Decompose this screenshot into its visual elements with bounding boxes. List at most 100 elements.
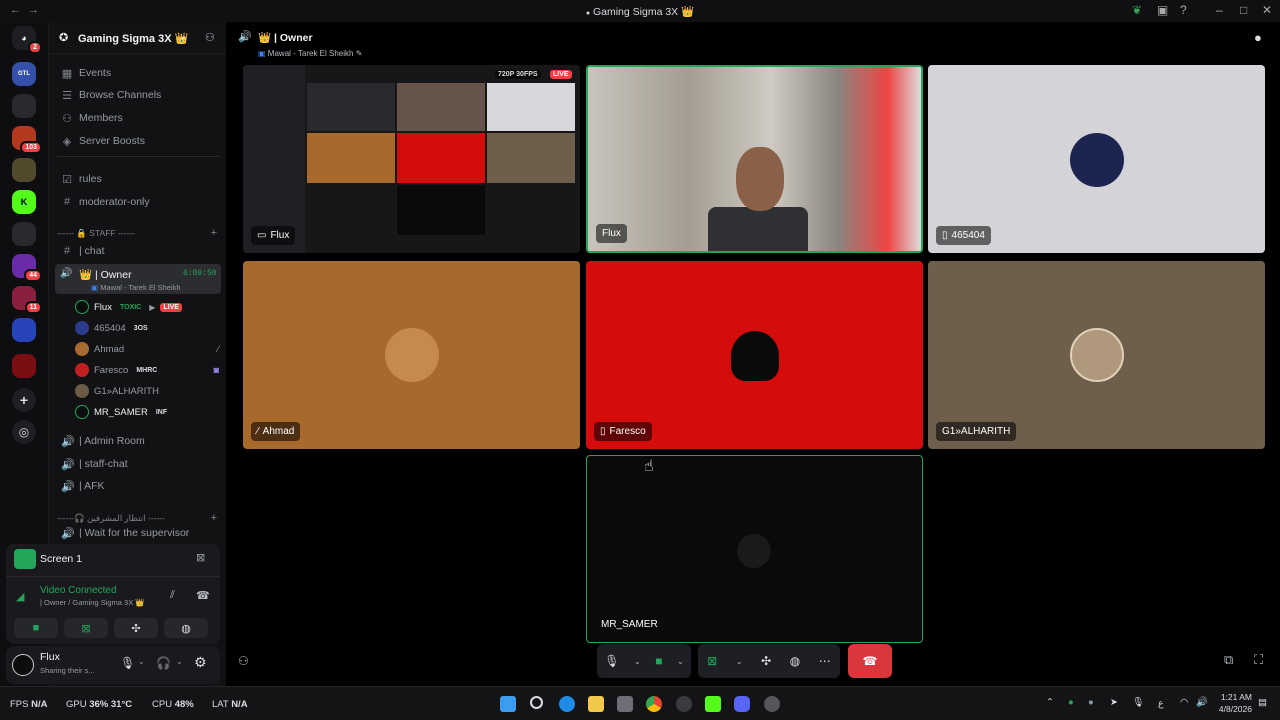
more-options-icon[interactable]: ⋯ — [819, 654, 831, 668]
add-person-icon[interactable]: ⚇ — [238, 654, 249, 668]
settings-app-icon[interactable] — [764, 696, 780, 712]
channel-moderator-only[interactable]: # moderator-only — [55, 192, 221, 212]
user-avatar[interactable] — [12, 654, 34, 676]
store-icon[interactable] — [617, 696, 633, 712]
server-gtl-icon[interactable]: GTL — [12, 62, 36, 86]
category-supervisor[interactable]: ------🎧 انتظار المشرفين ------ + — [57, 512, 217, 524]
video-tile-mr-samer[interactable]: MR_SAMER — [586, 455, 923, 643]
clock-time[interactable]: 1:21 AM — [1218, 692, 1252, 702]
video-tile-465404[interactable]: ▯ 465404 — [928, 65, 1265, 253]
server-6-icon[interactable] — [12, 222, 36, 246]
notification-icon[interactable]: ▤ — [1258, 697, 1267, 708]
help-icon[interactable]: ? — [1180, 3, 1187, 17]
server-8-icon[interactable]: 11 — [12, 286, 42, 314]
tray-send-icon[interactable]: ➤ — [1110, 697, 1118, 708]
discover-icon[interactable]: ◎ — [12, 420, 36, 444]
leaf-icon[interactable]: ❦ — [1132, 3, 1142, 17]
nav-server-boosts[interactable]: ◈ Server Boosts — [55, 131, 221, 151]
microphone-icon[interactable]: 🎙 — [120, 656, 135, 670]
file-explorer-icon[interactable] — [588, 696, 604, 712]
wifi-icon[interactable]: ◠ — [1180, 697, 1188, 708]
video-tile-flux-camera[interactable]: Flux — [586, 65, 923, 253]
server-header[interactable]: ✪ Gaming Sigma 3X 👑 ⌄ ⚇ — [49, 22, 227, 54]
camera-button[interactable]: ■ — [14, 618, 58, 638]
server-4-icon[interactable] — [12, 158, 36, 182]
soundboard-button[interactable]: ◍ — [164, 618, 208, 638]
chevron-down-icon[interactable]: ⌄ — [677, 657, 684, 666]
fullscreen-icon[interactable]: ⛶ — [1254, 652, 1263, 668]
close-icon[interactable]: ✕ — [1262, 3, 1272, 17]
chevron-down-icon[interactable]: ⌄ — [634, 657, 641, 666]
inbox-icon[interactable]: ▣ — [1157, 3, 1168, 17]
settings-gear-icon[interactable]: ⚙ — [194, 654, 207, 671]
minimize-icon[interactable]: – — [1216, 3, 1223, 17]
chrome-icon[interactable] — [646, 696, 662, 712]
server-2-icon[interactable] — [12, 94, 36, 118]
camera-icon[interactable]: ■ — [655, 654, 662, 668]
server-3-icon[interactable]: 103 — [12, 126, 42, 154]
noise-suppression-icon[interactable]: ⫽ — [170, 589, 175, 602]
nav-events[interactable]: ▦ Events — [55, 63, 221, 83]
maximize-icon[interactable]: □ — [1240, 3, 1247, 17]
chevron-down-icon[interactable]: ⌄ — [176, 657, 183, 666]
kick-icon[interactable] — [705, 696, 721, 712]
edge-browser-icon[interactable] — [559, 696, 575, 712]
input-language[interactable]: ع — [1158, 698, 1164, 709]
tray-app-icon[interactable]: ● — [1068, 697, 1074, 708]
activities-icon[interactable]: ✣ — [761, 654, 771, 668]
voice-user-flux[interactable]: Flux TOXIC ▶ LIVE — [75, 297, 219, 317]
category-staff[interactable]: ------ 🔒 STAFF ------ + — [57, 227, 217, 239]
discord-icon[interactable] — [734, 696, 750, 712]
nav-members[interactable]: ⚇ Members — [55, 108, 221, 128]
chat-bubble-icon[interactable]: ● — [1254, 30, 1262, 45]
video-tile-g1alharith[interactable]: G1»ALHARITH — [928, 261, 1265, 449]
video-tile-ahmad[interactable]: ⁄ Ahmad — [243, 261, 580, 449]
connection-location: | Owner / Gaming Sigma 3X 👑 — [40, 598, 145, 607]
chevron-down-icon[interactable]: ⌄ — [138, 657, 145, 666]
video-tile-faresco[interactable]: ▯ Faresco — [586, 261, 923, 449]
voice-channel-admin-room[interactable]: 🔊 | Admin Room — [55, 431, 221, 451]
voice-channel-staff-chat[interactable]: 🔊 | staff-chat — [55, 454, 221, 474]
invite-user-icon[interactable]: ⚇ — [205, 31, 215, 44]
screen-share-icon[interactable]: ⊠ — [707, 654, 717, 668]
tray-mic-icon[interactable]: 🎙 — [1132, 697, 1144, 708]
voice-user-g1alharith[interactable]: G1»ALHARITH — [75, 381, 219, 401]
voice-user-ahmad[interactable]: Ahmad ⁄ — [75, 339, 219, 359]
server-10-icon[interactable] — [12, 354, 36, 378]
add-server-icon[interactable]: + — [12, 388, 36, 412]
disconnect-call-button[interactable]: ☎ — [848, 644, 892, 678]
disconnect-icon[interactable]: ☎ — [196, 589, 210, 602]
voice-user-faresco[interactable]: Faresco MHRC ◙ — [75, 360, 219, 380]
stream-tile-flux-screen[interactable]: 720P 30FPS LIVE ▭ Flux — [243, 65, 580, 253]
soundboard-icon[interactable]: ◍ — [790, 654, 800, 668]
search-icon[interactable] — [530, 696, 543, 709]
popout-icon[interactable]: ⧉ — [1224, 652, 1233, 668]
clock-date[interactable]: 4/8/2026 — [1212, 704, 1252, 714]
voice-user-mr-samer[interactable]: MR_SAMER INF — [75, 402, 219, 422]
screen-share-button[interactable]: ⊠ — [64, 618, 108, 638]
voice-channel-owner[interactable]: 🔊 👑 | Owner 6:09:50 ▣ Mawal - Tarek El S… — [55, 264, 221, 294]
voice-channel-wait-supervisor[interactable]: 🔊 | Wait for the supervisor — [55, 526, 221, 540]
server-9-icon[interactable] — [12, 318, 36, 342]
stop-stream-icon[interactable]: ⊠ — [196, 551, 205, 564]
add-channel-icon[interactable]: + — [211, 227, 217, 239]
tray-steam-icon[interactable]: ● — [1088, 697, 1094, 708]
voice-channel-afk[interactable]: 🔊 | AFK — [55, 476, 221, 496]
nav-browse-channels[interactable]: ☰ Browse Channels — [55, 85, 221, 105]
steam-icon[interactable] — [676, 696, 692, 712]
channel-chat[interactable]: # | chat — [55, 241, 221, 261]
home-discord-icon[interactable]: ◕ 2 — [12, 26, 42, 54]
chevron-down-icon[interactable]: ⌄ — [736, 657, 743, 666]
headphones-icon[interactable]: 🎧 — [156, 656, 171, 670]
server-kick-icon[interactable]: K — [12, 190, 36, 214]
microphone-icon[interactable]: 🎙 — [604, 654, 619, 668]
channel-status-line[interactable]: ▣ Mawal - Tarek El Sheikh ✎ — [258, 49, 362, 58]
server-7-icon[interactable]: 44 — [12, 254, 42, 282]
voice-user-465404[interactable]: 465404 3OS — [75, 318, 219, 338]
volume-icon[interactable]: 🔊 — [1196, 697, 1208, 708]
tray-chevron-up-icon[interactable]: ⌃ — [1046, 697, 1054, 708]
add-channel-icon[interactable]: + — [211, 512, 217, 524]
windows-start-icon[interactable] — [500, 696, 516, 712]
activities-button[interactable]: ✣ — [114, 618, 158, 638]
channel-rules[interactable]: ☑ rules — [55, 169, 221, 189]
